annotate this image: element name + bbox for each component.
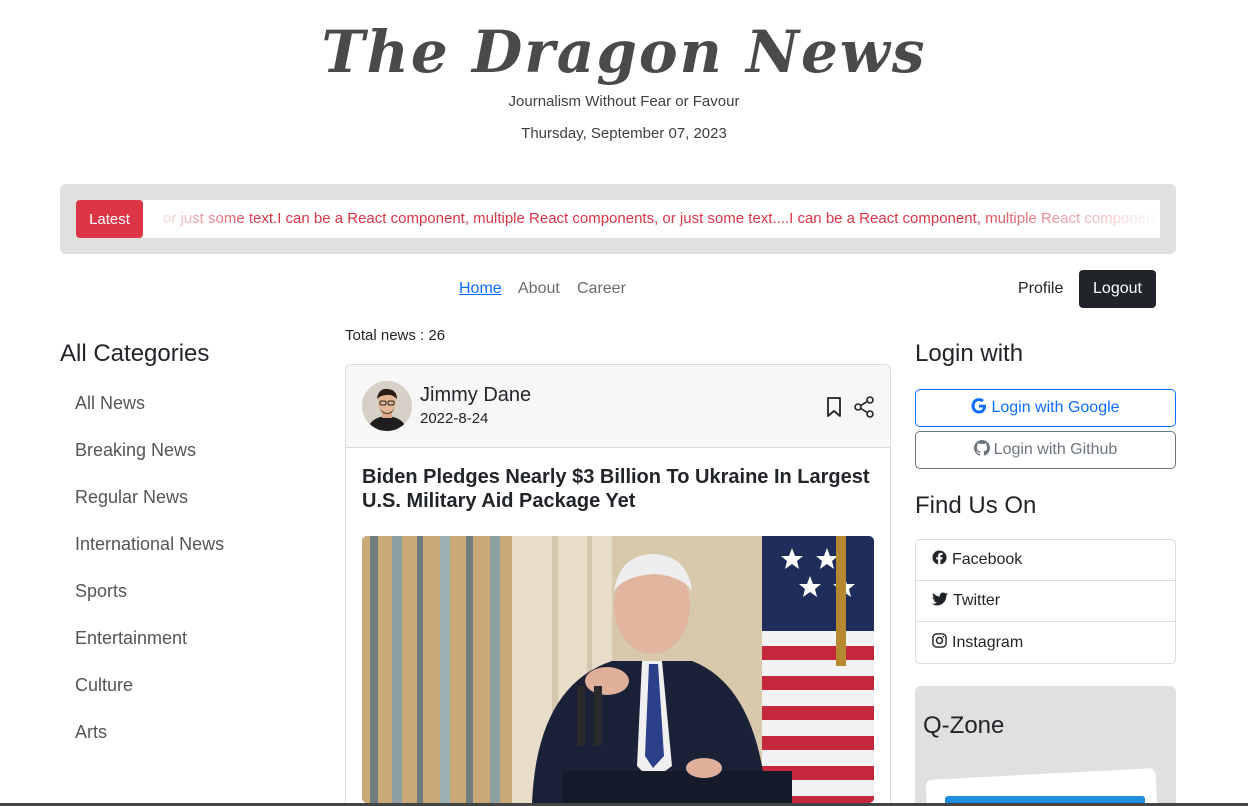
google-button-label: Login with Google: [991, 399, 1120, 416]
masthead: The Dragon News Journalism Without Fear …: [0, 18, 1248, 145]
main-nav: Home About Career Profile Logout: [0, 270, 1248, 308]
total-news-count: Total news : 26: [345, 327, 446, 344]
category-entertainment[interactable]: Entertainment: [75, 615, 224, 662]
site-tagline: Journalism Without Fear or Favour: [508, 93, 740, 110]
twitter-label: Twitter: [953, 592, 1001, 609]
find-us-heading: Find Us On: [915, 492, 1037, 519]
published-date: 2022-8-24: [420, 410, 489, 427]
current-date: Thursday, September 07, 2023: [521, 125, 727, 142]
nav-about-link[interactable]: About: [518, 270, 560, 308]
share-icon[interactable]: [852, 395, 876, 419]
latest-news-ticker: Latest or just some text.I can be a Reac…: [60, 184, 1176, 254]
card-header: Jimmy Dane 2022-8-24: [346, 365, 890, 448]
author-name: Jimmy Dane: [420, 384, 532, 406]
latest-button[interactable]: Latest: [76, 200, 143, 238]
category-all-news[interactable]: All News: [75, 380, 224, 427]
logout-button[interactable]: Logout: [1079, 270, 1156, 308]
login-github-button[interactable]: Login with Github: [915, 431, 1176, 469]
google-icon: [971, 397, 987, 419]
category-sports[interactable]: Sports: [75, 568, 224, 615]
categories-heading: All Categories: [60, 340, 210, 367]
nav-career-link[interactable]: Career: [577, 270, 626, 308]
social-twitter[interactable]: Twitter: [916, 581, 1175, 622]
site-logo[interactable]: The Dragon News: [0, 18, 1248, 86]
category-culture[interactable]: Culture: [75, 662, 224, 709]
marquee-fade-right: [960, 200, 1160, 238]
category-list: All News Breaking News Regular News Inte…: [75, 380, 224, 756]
news-image[interactable]: [362, 536, 874, 803]
facebook-icon: [932, 550, 947, 570]
instagram-label: Instagram: [952, 633, 1024, 651]
github-button-label: Login with Github: [993, 441, 1118, 458]
category-international-news[interactable]: International News: [75, 521, 224, 568]
author-avatar: [362, 381, 412, 431]
bookmark-icon[interactable]: [822, 395, 846, 419]
social-links-list: Facebook Twitter Instagram: [915, 539, 1176, 664]
news-card: Jimmy Dane 2022-8-24 Biden Pledges Nearl…: [345, 364, 891, 806]
twitter-icon: [932, 592, 948, 611]
q-zone-panel: Q-Zone: [915, 686, 1176, 806]
social-facebook[interactable]: Facebook: [916, 540, 1175, 581]
github-icon: [973, 439, 990, 461]
news-title[interactable]: Biden Pledges Nearly $3 Billion To Ukrai…: [362, 465, 872, 513]
login-heading: Login with: [915, 340, 1024, 367]
login-google-button[interactable]: Login with Google: [915, 389, 1176, 427]
social-instagram[interactable]: Instagram: [916, 622, 1175, 663]
profile-link[interactable]: Profile: [1018, 270, 1063, 308]
category-breaking-news[interactable]: Breaking News: [75, 427, 224, 474]
category-arts[interactable]: Arts: [75, 709, 224, 756]
instagram-icon: [932, 632, 947, 653]
nav-home-link[interactable]: Home: [459, 270, 502, 308]
marquee-fade-left: [143, 200, 263, 238]
facebook-label: Facebook: [952, 551, 1023, 568]
q-zone-heading: Q-Zone: [923, 712, 1005, 739]
category-regular-news[interactable]: Regular News: [75, 474, 224, 521]
news-marquee[interactable]: or just some text.I can be a React compo…: [143, 200, 1160, 238]
